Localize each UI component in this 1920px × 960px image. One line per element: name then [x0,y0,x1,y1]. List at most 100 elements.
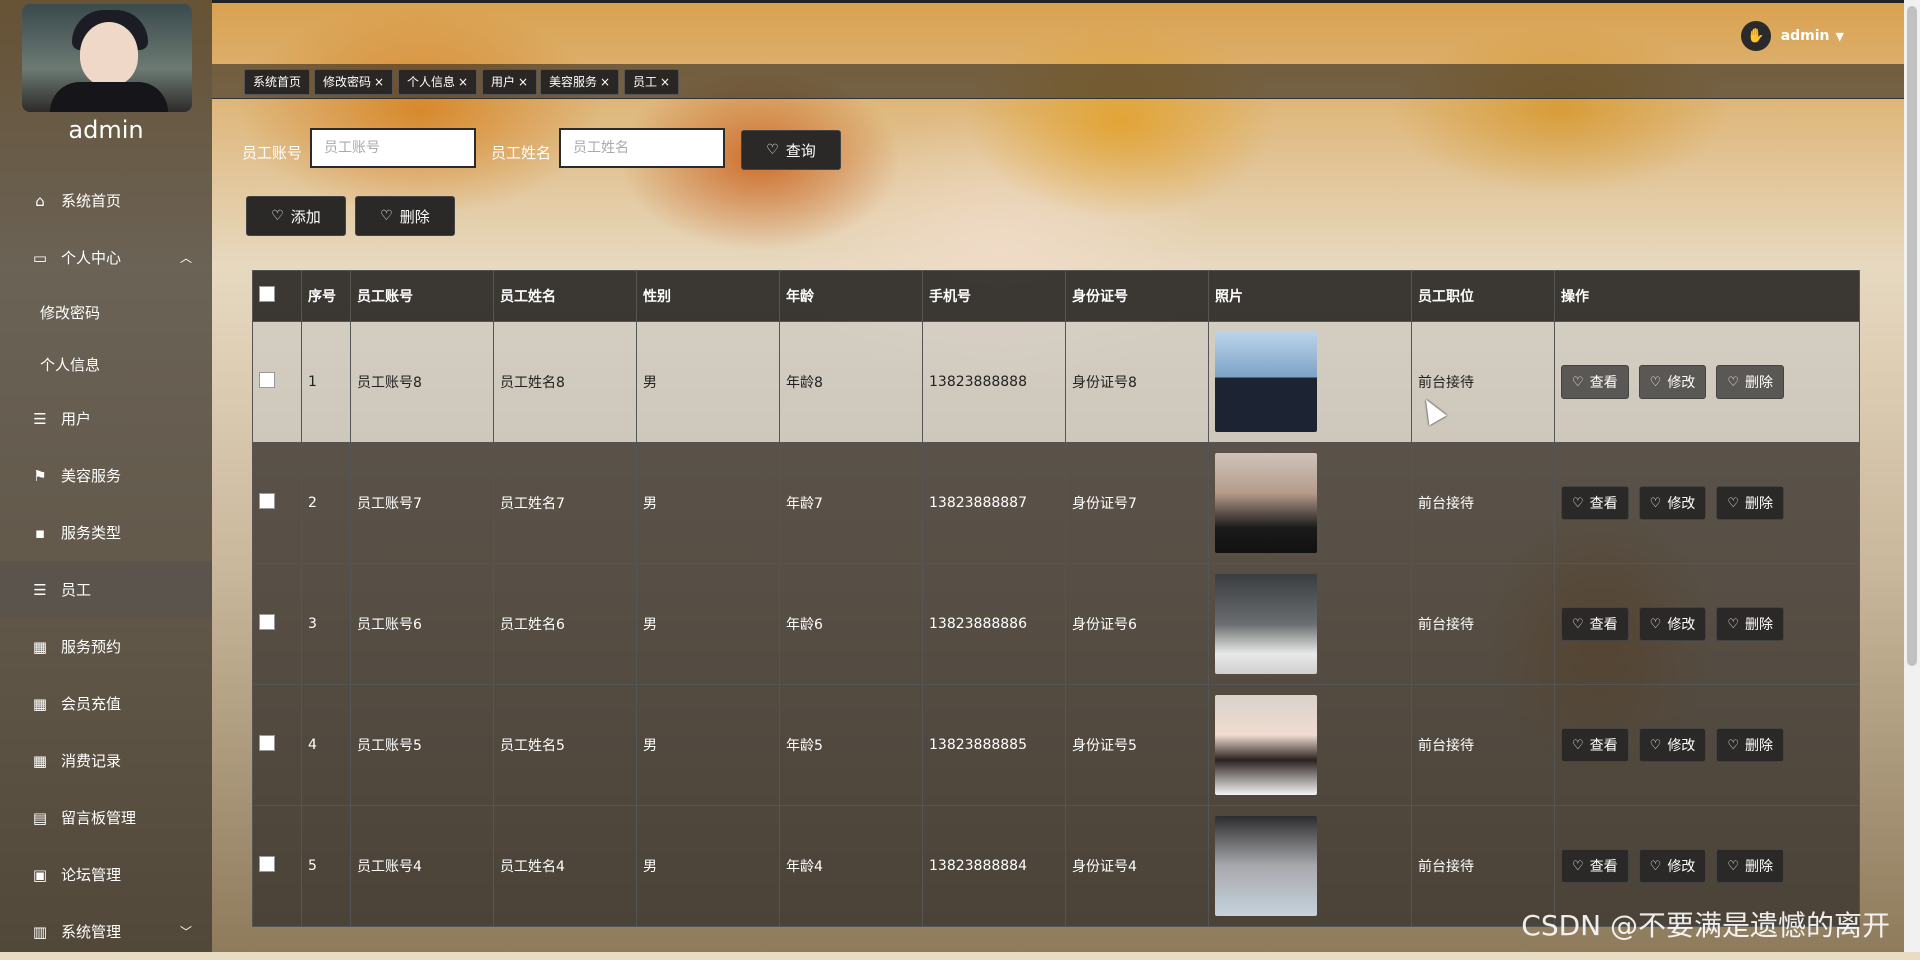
tab-users[interactable]: 用户 × [482,69,538,95]
view-button[interactable]: ♡ 查看 [1561,849,1629,883]
row-delete-button[interactable]: ♡ 删除 [1716,486,1784,520]
scrollbar-thumb[interactable] [1907,6,1917,666]
close-icon[interactable]: × [458,75,468,89]
user-menu[interactable]: ✋ admin ▼ [1740,21,1844,51]
close-icon[interactable]: × [660,75,670,89]
edit-button[interactable]: ♡ 修改 [1638,486,1707,520]
heart-icon: ♡ [1649,858,1662,874]
employee-photo[interactable] [1215,816,1317,916]
sidebar-item-service-type[interactable]: ▪ 服务类型 [0,504,212,561]
add-button[interactable]: ♡ 添加 [246,196,346,236]
sidebar-item-member-recharge[interactable]: ▦ 会员充值 [0,675,212,732]
employee-photo[interactable] [1215,574,1317,674]
edit-button[interactable]: ♡ 修改 [1638,607,1707,641]
view-button[interactable]: ♡ 查看 [1561,486,1629,520]
heart-icon: ♡ [1572,616,1584,632]
employee-photo[interactable] [1215,332,1317,432]
row-delete-button[interactable]: ♡ 删除 [1716,849,1784,883]
edit-button[interactable]: ♡ 修改 [1638,849,1707,883]
view-label: 查看 [1589,738,1618,754]
phone-cell: 13823888884 [922,805,1066,927]
close-icon[interactable]: × [374,75,384,89]
sidebar-item-message-board[interactable]: ▤ 留言板管理 [0,789,212,846]
account-cell: 员工账号8 [350,321,494,443]
sidebar-item-label: 服务类型 [61,524,122,542]
grid-icon: ▦ [32,694,48,713]
close-icon[interactable]: × [518,75,528,89]
tab-beauty-service[interactable]: 美容服务 × [540,69,620,95]
row-select-cell [252,442,302,564]
row-checkbox[interactable] [259,493,275,509]
row-checkbox[interactable] [259,856,275,872]
tab-employee[interactable]: 员工 × [624,69,680,95]
sidebar-item-home[interactable]: ⌂ 系统首页 [0,172,212,229]
sidebar-item-employee[interactable]: ☰ 员工 [0,561,212,618]
chat-icon: ▪ [34,523,46,542]
tab-home[interactable]: 系统首页 [244,69,311,95]
position-cell: 前台接待 [1411,442,1555,564]
sidebar-item-personal-info[interactable]: 个人信息 [0,338,212,390]
row-delete-button[interactable]: ♡ 删除 [1716,728,1784,762]
edit-button[interactable]: ♡ 修改 [1638,365,1707,399]
list-icon: ☰ [33,409,47,428]
row-checkbox[interactable] [259,614,275,630]
sidebar-item-system[interactable]: ▥ 系统管理 ﹀ [0,903,212,960]
sidebar-item-users[interactable]: ☰ 用户 [0,390,212,447]
gender-cell: 男 [636,805,780,927]
home-icon: ⌂ [35,191,45,210]
delete-button[interactable]: ♡ 删除 [355,196,455,236]
tab-bar: 系统首页 修改密码 × 个人信息 × 用户 × 美容服务 × 员工 × [212,64,1904,99]
row-checkbox[interactable] [259,372,275,388]
name-search-input[interactable] [559,128,725,168]
column-header: 员工账号 [350,270,494,322]
id-card-cell: 身份证号5 [1065,684,1209,806]
gender-cell: 男 [636,321,780,443]
gender-cell: 男 [636,684,780,806]
index-cell: 4 [301,684,351,806]
employee-photo[interactable] [1215,453,1317,553]
column-header: 身份证号 [1065,270,1209,322]
sidebar-item-personal-center[interactable]: ▭ 个人中心 ︿ [0,229,212,286]
tab-label: 美容服务 [549,75,598,89]
edit-button[interactable]: ♡ 修改 [1638,728,1707,762]
sidebar-username: admin [68,116,144,144]
view-button[interactable]: ♡ 查看 [1561,365,1629,399]
edit-label: 修改 [1667,738,1696,754]
id-card-cell: 身份证号6 [1065,563,1209,685]
tab-label: 个人信息 [407,75,456,89]
sidebar-item-forum[interactable]: ▣ 论坛管理 [0,846,212,903]
account-cell: 员工账号7 [350,442,494,564]
row-delete-button[interactable]: ♡ 删除 [1716,365,1784,399]
heart-icon: ♡ [1649,374,1662,390]
row-checkbox[interactable] [259,735,275,751]
table-row[interactable]: 2 员工账号7 员工姓名7 男年龄7 13823888887 身份证号7 前台接待 ♡ 查看 ♡ 修… [252,442,1860,564]
table-row[interactable]: 4 员工账号5 员工姓名5 男年龄5 13823888885 身份证号5 前台接待 ♡ 查看 ♡ 修… [252,684,1860,806]
grid-icon: ▦ [32,751,48,770]
heart-icon: ♡ [1572,495,1584,511]
close-icon[interactable]: × [600,75,610,89]
view-button[interactable]: ♡ 查看 [1561,728,1629,762]
table-row[interactable]: 3 员工账号6 员工姓名6 男年龄6 13823888886 身份证号6 前台接待 ♡ 查看 ♡ 修… [252,563,1860,685]
employee-photo[interactable] [1215,695,1317,795]
tab-change-password[interactable]: 修改密码 × [314,69,394,95]
query-button[interactable]: ♡ 查询 [741,130,841,170]
sidebar-item-consumption-records[interactable]: ▦ 消费记录 [0,732,212,789]
name-label: 员工姓名 [491,144,552,162]
tab-personal-info[interactable]: 个人信息 × [398,69,478,95]
table-row[interactable]: 1 员工账号8 员工姓名8 男年龄8 13823888888 身份证号8 前台接待 ♡ 查看 ♡ 修… [252,321,1860,443]
column-header: 员工职位 [1411,270,1555,322]
select-all-checkbox[interactable] [259,286,275,302]
table-header-row: 序号 员工账号 员工姓名 性别 年龄 手机号 身份证号 照片 员工职位 操作 [252,270,1860,322]
clipboard-icon: ▥ [32,922,48,941]
age-cell: 年龄7 [779,442,923,564]
scrollbar[interactable] [1904,0,1920,952]
sidebar-item-beauty-service[interactable]: ⚑ 美容服务 [0,447,212,504]
sidebar-item-change-password[interactable]: 修改密码 [0,286,212,338]
account-search-input[interactable] [310,128,476,168]
view-button[interactable]: ♡ 查看 [1561,607,1629,641]
list-icon: ☰ [33,580,47,599]
column-header: 操作 [1554,270,1860,322]
row-delete-button[interactable]: ♡ 删除 [1716,607,1784,641]
account-cell: 员工账号4 [350,805,494,927]
sidebar-item-service-booking[interactable]: ▦ 服务预约 [0,618,212,675]
